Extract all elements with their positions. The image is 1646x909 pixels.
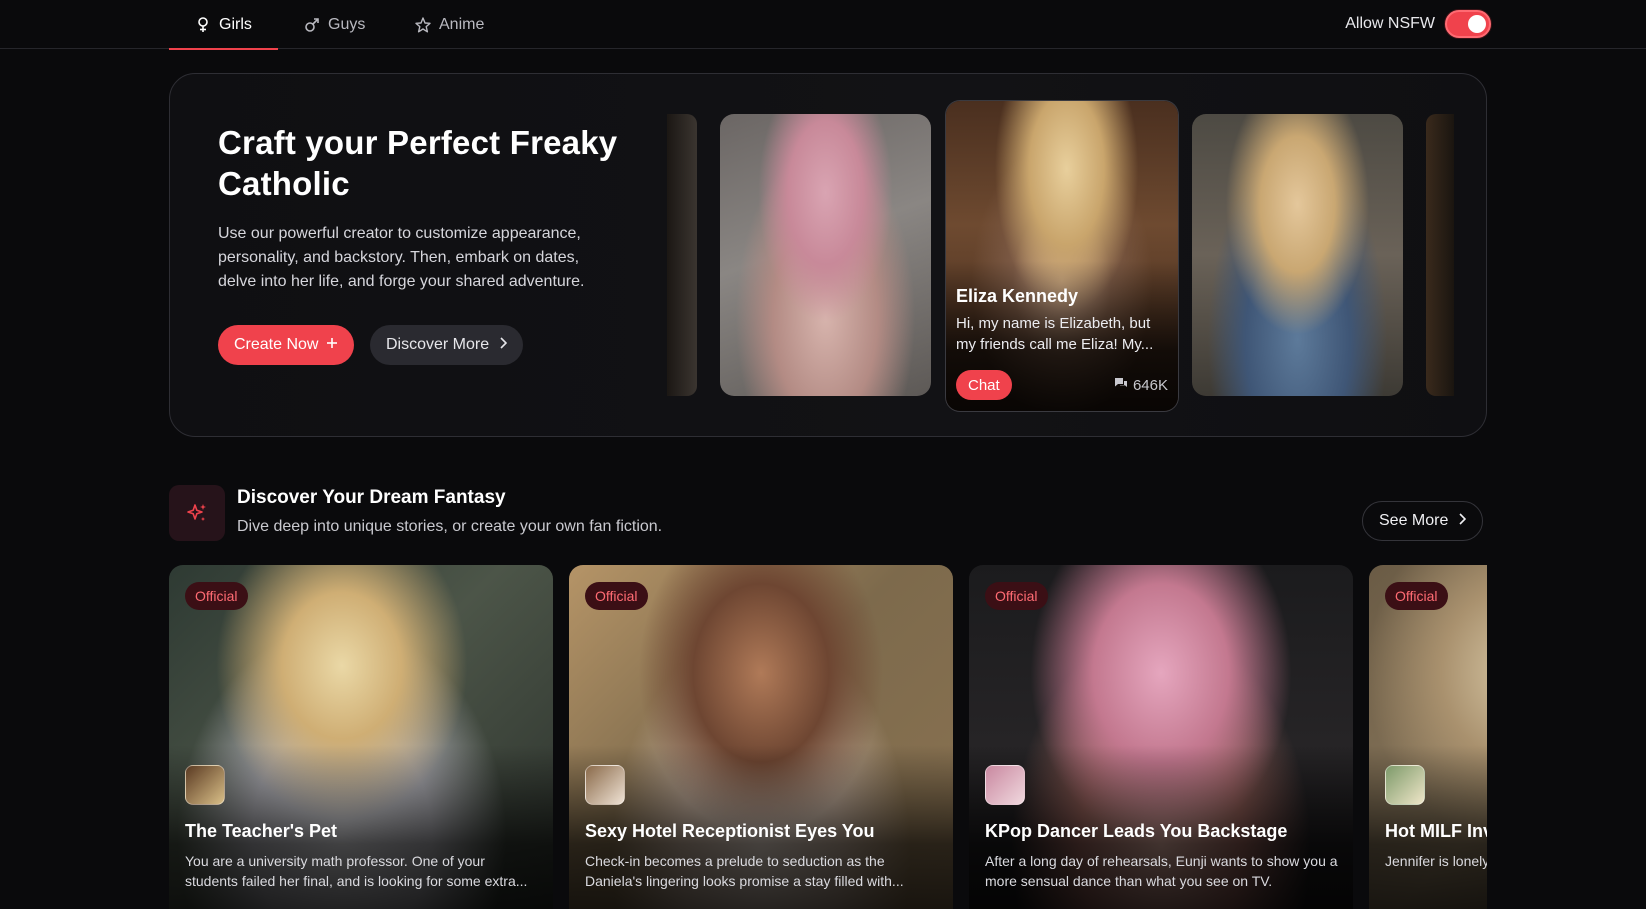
- discover-more-button[interactable]: Discover More: [370, 325, 524, 365]
- tab-anime[interactable]: Anime: [389, 0, 510, 49]
- official-badge: Official: [185, 582, 248, 610]
- tab-guys[interactable]: Guys: [278, 0, 391, 49]
- story-card[interactable]: Official KPop Dancer Leads You Backstage…: [969, 565, 1353, 909]
- tab-label: Girls: [219, 15, 252, 33]
- avatar: [185, 765, 225, 805]
- featured-description: Hi, my name is Elizabeth, but my friends…: [956, 315, 1154, 353]
- avatar: [1385, 765, 1425, 805]
- sparkles-icon: [169, 485, 225, 541]
- top-nav: Girls Guys Anime Allow NSFW: [0, 0, 1646, 50]
- discover-more-label: Discover More: [386, 336, 490, 353]
- story-card[interactable]: Official Sexy Hotel Receptionist Eyes Yo…: [569, 565, 953, 909]
- nsfw-label: Allow NSFW: [1345, 15, 1435, 32]
- chat-count-value: 646K: [1132, 377, 1168, 394]
- female-icon: [195, 16, 211, 33]
- story-card[interactable]: Official Hot MILF Inv Jennifer is lonely…: [1369, 565, 1487, 909]
- story-carousel: Official The Teacher's Pet You are a uni…: [169, 565, 1487, 909]
- section-title: Discover Your Dream Fantasy: [237, 487, 506, 508]
- carousel-photo-partial-left[interactable]: [667, 114, 697, 396]
- hero-title: Craft your Perfect Freaky Catholic: [218, 124, 618, 202]
- create-now-button[interactable]: Create Now: [218, 325, 355, 365]
- official-badge: Official: [1385, 582, 1448, 610]
- carousel-photo[interactable]: [1192, 114, 1403, 396]
- chevron-right-icon: [499, 336, 508, 354]
- toggle-knob: [1468, 15, 1486, 33]
- see-more-label: See More: [1379, 512, 1449, 529]
- story-description: Jennifer is lonely away. However,: [1385, 853, 1487, 869]
- tab-label: Anime: [439, 15, 485, 33]
- chevron-right-icon: [1458, 512, 1467, 530]
- story-title: KPop Dancer Leads You Backstage: [985, 821, 1288, 841]
- see-more-button[interactable]: See More: [1362, 501, 1484, 541]
- nsfw-toggle[interactable]: [1445, 10, 1491, 38]
- tab-girls[interactable]: Girls: [169, 0, 278, 50]
- story-card[interactable]: Official The Teacher's Pet You are a uni…: [169, 565, 553, 909]
- male-icon: [304, 17, 320, 33]
- tab-label: Guys: [328, 15, 366, 33]
- hero-description: Use our powerful creator to customize ap…: [218, 225, 585, 290]
- official-badge: Official: [585, 582, 648, 610]
- featured-name: Eliza Kennedy: [956, 286, 1079, 306]
- story-description: Check-in becomes a prelude to seduction …: [585, 853, 904, 889]
- story-description: After a long day of rehearsals, Eunji wa…: [985, 853, 1338, 889]
- carousel-photo-partial-right[interactable]: [1426, 114, 1454, 396]
- chat-count: 646K: [1114, 377, 1168, 394]
- nsfw-setting: Allow NSFW: [1345, 10, 1491, 38]
- create-now-label: Create Now: [234, 336, 319, 353]
- carousel-photo[interactable]: [720, 114, 931, 396]
- story-description: You are a university math professor. One…: [185, 853, 528, 889]
- story-title: Hot MILF Inv: [1385, 821, 1487, 841]
- featured-character-card[interactable]: Eliza Kennedy Hi, my name is Elizabeth, …: [946, 101, 1178, 411]
- chat-bubble-icon: [1114, 377, 1128, 394]
- story-title: Sexy Hotel Receptionist Eyes You: [585, 821, 875, 841]
- chat-button[interactable]: Chat: [956, 370, 1012, 400]
- hero-banner: Craft your Perfect Freaky Catholic Use o…: [169, 73, 1487, 437]
- story-title: The Teacher's Pet: [185, 821, 338, 841]
- official-badge: Official: [985, 582, 1048, 610]
- avatar: [585, 765, 625, 805]
- avatar: [985, 765, 1025, 805]
- plus-icon: [326, 336, 338, 354]
- section-subtitle: Dive deep into unique stories, or create…: [237, 518, 663, 535]
- star-icon: [415, 16, 431, 33]
